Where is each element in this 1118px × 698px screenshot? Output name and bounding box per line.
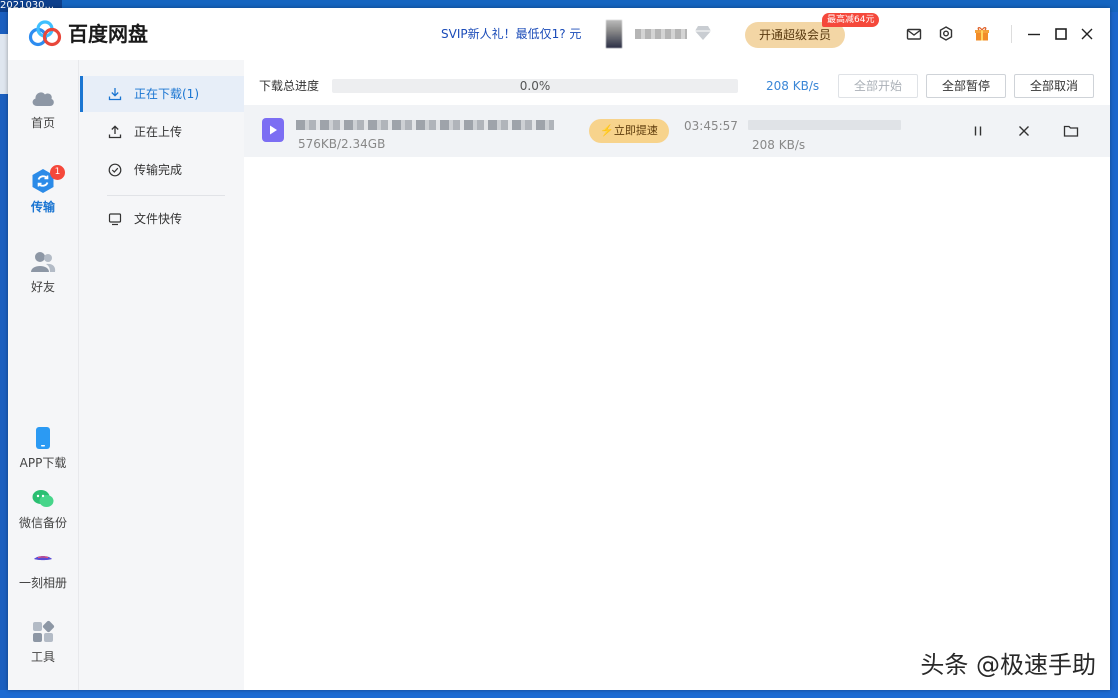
submenu-item-label: 文件快传	[134, 212, 182, 226]
cancel-icon[interactable]	[1015, 122, 1033, 140]
total-progress-value: 0.0%	[332, 79, 738, 93]
maximize-icon[interactable]	[1052, 25, 1070, 43]
title-separator	[1011, 25, 1012, 43]
folder-icon[interactable]	[1062, 122, 1080, 140]
file-name-blurred	[296, 120, 554, 130]
rail-item-album[interactable]: 一刻相册	[8, 548, 78, 590]
rail-item-wechat-backup[interactable]: 微信备份	[8, 488, 78, 530]
submenu-item-quick-transfer[interactable]: 文件快传	[80, 201, 244, 237]
download-icon	[108, 87, 122, 101]
submenu-item-label: 正在上传	[134, 125, 182, 139]
left-rail: 首页 1 传输 好友 APP下载	[8, 60, 78, 690]
phone-icon	[32, 426, 54, 450]
avatar[interactable]	[606, 20, 622, 48]
submenu-item-downloading[interactable]: 正在下载(1)	[80, 76, 244, 112]
row-progress-bar	[748, 120, 901, 130]
cancel-all-button[interactable]: 全部取消	[1014, 74, 1094, 98]
pause-all-button[interactable]: 全部暂停	[926, 74, 1006, 98]
monitor-icon	[108, 212, 122, 226]
gift-icon[interactable]	[973, 25, 991, 43]
username-blurred[interactable]	[635, 29, 687, 39]
boost-speed-button[interactable]: ⚡立即提速	[589, 119, 669, 143]
start-all-button[interactable]: 全部开始	[838, 74, 918, 98]
submenu-item-label: 正在下载(1)	[134, 87, 199, 101]
close-icon[interactable]	[1078, 25, 1096, 43]
title-bar[interactable]: 百度网盘 SVIP新人礼！最低仅1? 元 开通超级会员 最高减64元	[8, 8, 1110, 60]
diamond-icon[interactable]	[694, 25, 712, 41]
desktop-background-bottom	[0, 690, 1118, 698]
rail-item-friends[interactable]: 好友	[8, 250, 78, 294]
album-icon	[31, 548, 55, 570]
download-row[interactable]: 576KB/2.34GB ⚡立即提速 03:45:57 208 KB/s	[244, 105, 1110, 157]
friends-icon	[29, 250, 57, 274]
minimize-icon[interactable]	[1025, 25, 1043, 43]
boost-label: 立即提速	[614, 125, 658, 137]
desktop-background	[0, 12, 8, 698]
video-file-icon	[262, 118, 284, 142]
app-window: 百度网盘 SVIP新人礼！最低仅1? 元 开通超级会员 最高减64元	[8, 8, 1110, 690]
rail-item-label: APP下载	[8, 456, 78, 470]
rail-item-label: 工具	[8, 650, 78, 664]
tools-icon	[31, 620, 55, 644]
rail-item-tools[interactable]: 工具	[8, 620, 78, 664]
rail-item-home[interactable]: 首页	[8, 86, 78, 130]
rail-item-label: 微信备份	[8, 516, 78, 530]
submenu-divider	[107, 195, 225, 196]
total-progress-bar: 0.0%	[332, 79, 738, 93]
submenu-item-completed[interactable]: 传输完成	[80, 152, 244, 188]
desktop-icon[interactable]	[0, 34, 8, 94]
total-speed: 208 KB/s	[766, 79, 819, 93]
submenu-item-label: 传输完成	[134, 163, 182, 177]
upload-icon	[108, 125, 122, 139]
time-remaining: 03:45:57	[684, 119, 738, 133]
transfer-submenu: 正在下载(1) 正在上传 传输完成 文件快传	[78, 60, 244, 690]
row-speed: 208 KB/s	[752, 138, 805, 152]
baidu-netdisk-logo-icon	[28, 20, 62, 48]
svip-promo-link[interactable]: SVIP新人礼！最低仅1? 元	[441, 26, 581, 42]
wechat-icon	[31, 488, 55, 510]
mail-icon[interactable]	[905, 25, 923, 43]
rail-item-transfer[interactable]: 1 传输	[8, 168, 78, 214]
file-size-progress: 576KB/2.34GB	[298, 137, 385, 151]
rail-item-label: 一刻相册	[8, 576, 78, 590]
lightning-icon: ⚡	[600, 125, 614, 137]
pause-icon[interactable]	[969, 122, 987, 140]
vip-discount-badge: 最高减64元	[822, 13, 879, 27]
check-circle-icon	[108, 163, 122, 177]
transfer-count-badge: 1	[50, 165, 65, 180]
rail-item-app-download[interactable]: APP下载	[8, 426, 78, 470]
desktop-background-right	[1110, 12, 1118, 698]
download-list-panel: 下载总进度 0.0% 208 KB/s 全部开始 全部暂停 全部取消 576KB…	[244, 60, 1110, 690]
rail-item-label: 好友	[8, 280, 78, 294]
rail-item-label: 传输	[8, 200, 78, 214]
rail-item-label: 首页	[8, 116, 78, 130]
cloud-icon	[30, 86, 56, 110]
total-progress-label: 下载总进度	[259, 79, 319, 93]
settings-icon[interactable]	[937, 25, 955, 43]
app-title: 百度网盘	[68, 21, 148, 47]
submenu-item-uploading[interactable]: 正在上传	[80, 114, 244, 150]
watermark-text: 头条 @极速手助	[920, 645, 1096, 680]
